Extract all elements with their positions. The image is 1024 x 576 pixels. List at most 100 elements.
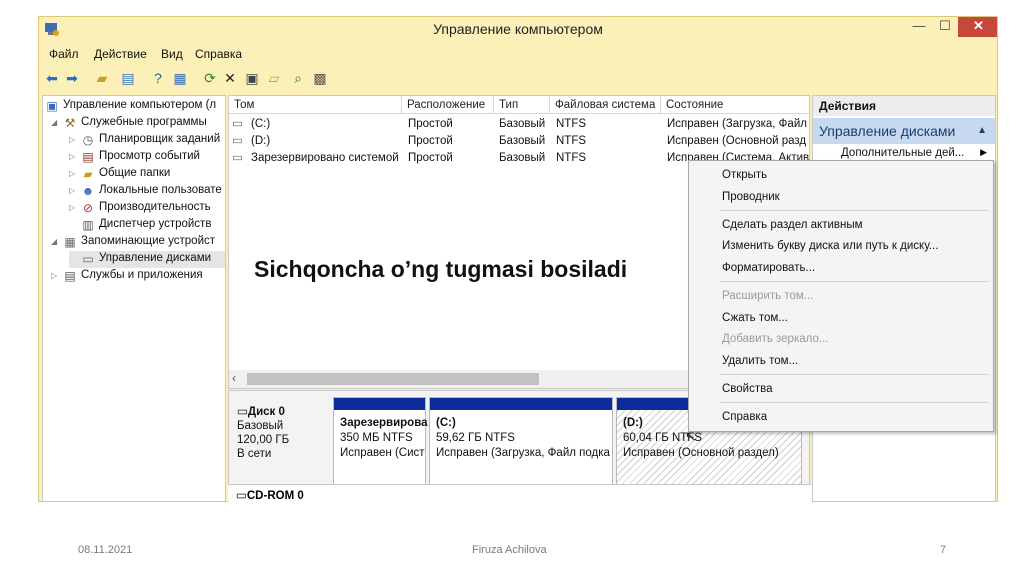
menu-view[interactable]: Вид xyxy=(161,47,183,61)
volume-filesystem: NTFS xyxy=(556,118,587,130)
collapsed-arrow-icon[interactable]: ▷ xyxy=(69,135,75,144)
collapsed-arrow-icon[interactable]: ▷ xyxy=(69,152,75,161)
menu-item-delete-volume[interactable]: Удалить том... xyxy=(722,353,798,369)
disk-size: 120,00 ГБ xyxy=(237,434,290,446)
search-icon[interactable]: ⌕ xyxy=(289,69,307,87)
tree-item-label: Запоминающие устройст xyxy=(81,235,216,247)
menu-item-add-mirror: Добавить зеркало... xyxy=(722,333,829,345)
submenu-arrow-icon[interactable]: ▶ xyxy=(980,147,987,158)
menu-separator xyxy=(719,374,989,375)
tree-item-label: Служебные программы xyxy=(81,116,207,128)
partition-bar xyxy=(430,398,612,410)
column-header-volume[interactable]: Том xyxy=(229,96,402,114)
delete-icon[interactable]: ✕ xyxy=(221,69,239,87)
scroll-left-icon[interactable]: ‹ xyxy=(232,371,236,385)
collapsed-arrow-icon[interactable]: ▷ xyxy=(69,169,75,178)
actions-section-disk-management[interactable]: Управление дисками ▲ xyxy=(813,118,995,144)
drive-icon: ▭ xyxy=(232,118,243,130)
maximize-button[interactable]: ☐ xyxy=(932,17,958,37)
disk-name: ▭Диск 0 xyxy=(237,405,329,419)
disk-type: Базовый xyxy=(237,420,284,432)
footer-page-number: 7 xyxy=(940,544,947,556)
volume-type: Базовый xyxy=(499,118,546,130)
event-viewer-icon: ▤ xyxy=(82,150,94,164)
disk-settings-icon[interactable]: ▩ xyxy=(311,69,329,87)
computer-mgmt-icon: ▣ xyxy=(46,99,58,113)
tree-item-label: Общие папки xyxy=(99,167,171,179)
window-title: Управление компьютером xyxy=(433,21,603,37)
menu-item-format[interactable]: Форматировать... xyxy=(722,260,815,276)
collapse-up-icon[interactable]: ▲ xyxy=(977,118,987,144)
column-header-filesystem[interactable]: Файловая система xyxy=(550,96,661,114)
disk-name-text: Диск 0 xyxy=(247,406,285,418)
footer-date: 08.11.2021 xyxy=(78,544,133,556)
volume-name: Зарезервировано системой xyxy=(251,152,399,164)
column-header-type[interactable]: Тип xyxy=(494,96,550,114)
open-folder-icon[interactable]: ▱ xyxy=(265,69,283,87)
cdrom-icon: ▭ xyxy=(236,490,247,502)
volume-name: (C:) xyxy=(251,118,271,130)
menu-help[interactable]: Справка xyxy=(195,47,242,61)
tree-item-label: Управление дисками xyxy=(99,252,212,264)
navigation-tree: ▣ Управление компьютером (л ◢ ⚒ Служебны… xyxy=(42,95,226,501)
action-pane-icon[interactable]: ▦ xyxy=(171,69,189,87)
minimize-button[interactable]: — xyxy=(906,17,932,37)
disk-icon: ▭ xyxy=(237,406,248,418)
tree-item-disk-management[interactable]: ▭ Управление дисками xyxy=(69,251,225,268)
collapsed-arrow-icon[interactable]: ▷ xyxy=(69,186,75,195)
toolbar: ⬅ ➡ ▰ ▤ ? ▦ ⟳ ✕ ▣ ▱ ⌕ ▩ xyxy=(39,66,997,90)
partition-size: 350 МБ NTFS xyxy=(340,432,413,444)
collapsed-arrow-icon[interactable]: ▷ xyxy=(69,203,75,212)
menu-separator xyxy=(719,281,989,282)
column-header-layout[interactable]: Расположение xyxy=(402,96,494,114)
back-icon[interactable]: ⬅ xyxy=(43,69,61,87)
device-manager-icon: ▥ xyxy=(82,218,94,232)
collapsed-arrow-icon[interactable]: ▷ xyxy=(51,271,57,280)
scrollbar-thumb[interactable] xyxy=(247,373,539,385)
partition-info: (C:) 59,62 ГБ NTFS Исправен (Загрузка, Ф… xyxy=(436,416,610,461)
tree-item-label: Просмотр событий xyxy=(99,150,200,162)
expanded-arrow-icon[interactable]: ◢ xyxy=(51,237,57,246)
partition-bar xyxy=(334,398,425,410)
clock-icon: ◷ xyxy=(82,133,94,147)
show-tree-icon[interactable]: ▤ xyxy=(119,69,137,87)
context-menu: Открыть Проводник Сделать раздел активны… xyxy=(688,160,994,432)
more-actions-link[interactable]: Дополнительные дей... xyxy=(841,147,964,159)
menu-action[interactable]: Действие xyxy=(94,47,147,61)
menu-item-explorer[interactable]: Проводник xyxy=(722,189,780,205)
title-bar: Управление компьютером — ☐ ✕ xyxy=(39,17,997,43)
menu-file[interactable]: Файл xyxy=(49,47,79,61)
forward-icon[interactable]: ➡ xyxy=(63,69,81,87)
partition-reserved[interactable]: Зарезервирова 350 МБ NTFS Исправен (Сист xyxy=(333,397,428,493)
volume-type: Базовый xyxy=(499,152,546,164)
cdrom-text: CD-ROM 0 xyxy=(246,490,304,502)
volume-layout: Простой xyxy=(408,118,453,130)
tree-item-label: Службы и приложения xyxy=(81,269,203,281)
properties-icon[interactable]: ▣ xyxy=(243,69,261,87)
volume-name: (D:) xyxy=(251,135,271,147)
cdrom-row[interactable]: ▭CD-ROM 0 xyxy=(228,484,812,503)
disk-0-info[interactable]: ▭Диск 0 Базовый 120,00 ГБ В сети xyxy=(237,405,329,461)
partition-name: Зарезервирова xyxy=(340,417,428,429)
services-icon: ▤ xyxy=(64,269,76,283)
menu-item-mark-active[interactable]: Сделать раздел активным xyxy=(722,217,863,233)
menu-item-properties[interactable]: Свойства xyxy=(722,381,773,397)
menu-item-open[interactable]: Открыть xyxy=(722,167,767,183)
footer-author: Firuza Achilova xyxy=(472,544,547,556)
tree-item-label: Производительность xyxy=(99,201,211,213)
menu-item-help[interactable]: Справка xyxy=(722,409,767,425)
up-folder-icon[interactable]: ▰ xyxy=(93,69,111,87)
partition-status: Исправен (Загрузка, Файл подка xyxy=(436,447,610,459)
menu-item-change-letter[interactable]: Изменить букву диска или путь к диску... xyxy=(722,238,938,254)
tree-item-label: Локальные пользовате xyxy=(99,184,222,196)
close-button[interactable]: ✕ xyxy=(958,17,997,37)
volume-status: Исправен (Загрузка, Файл xyxy=(667,118,807,130)
expanded-arrow-icon[interactable]: ◢ xyxy=(51,118,57,127)
column-header-status[interactable]: Состояние xyxy=(661,96,809,114)
help-icon[interactable]: ? xyxy=(149,69,167,87)
partition-c[interactable]: (C:) 59,62 ГБ NTFS Исправен (Загрузка, Ф… xyxy=(429,397,613,493)
partition-size: 60,04 ГБ NTFS xyxy=(623,432,702,444)
refresh-icon[interactable]: ⟳ xyxy=(201,69,219,87)
menu-bar: Файл Действие Вид Справка xyxy=(39,45,997,63)
menu-item-shrink-volume[interactable]: Сжать том... xyxy=(722,310,788,326)
